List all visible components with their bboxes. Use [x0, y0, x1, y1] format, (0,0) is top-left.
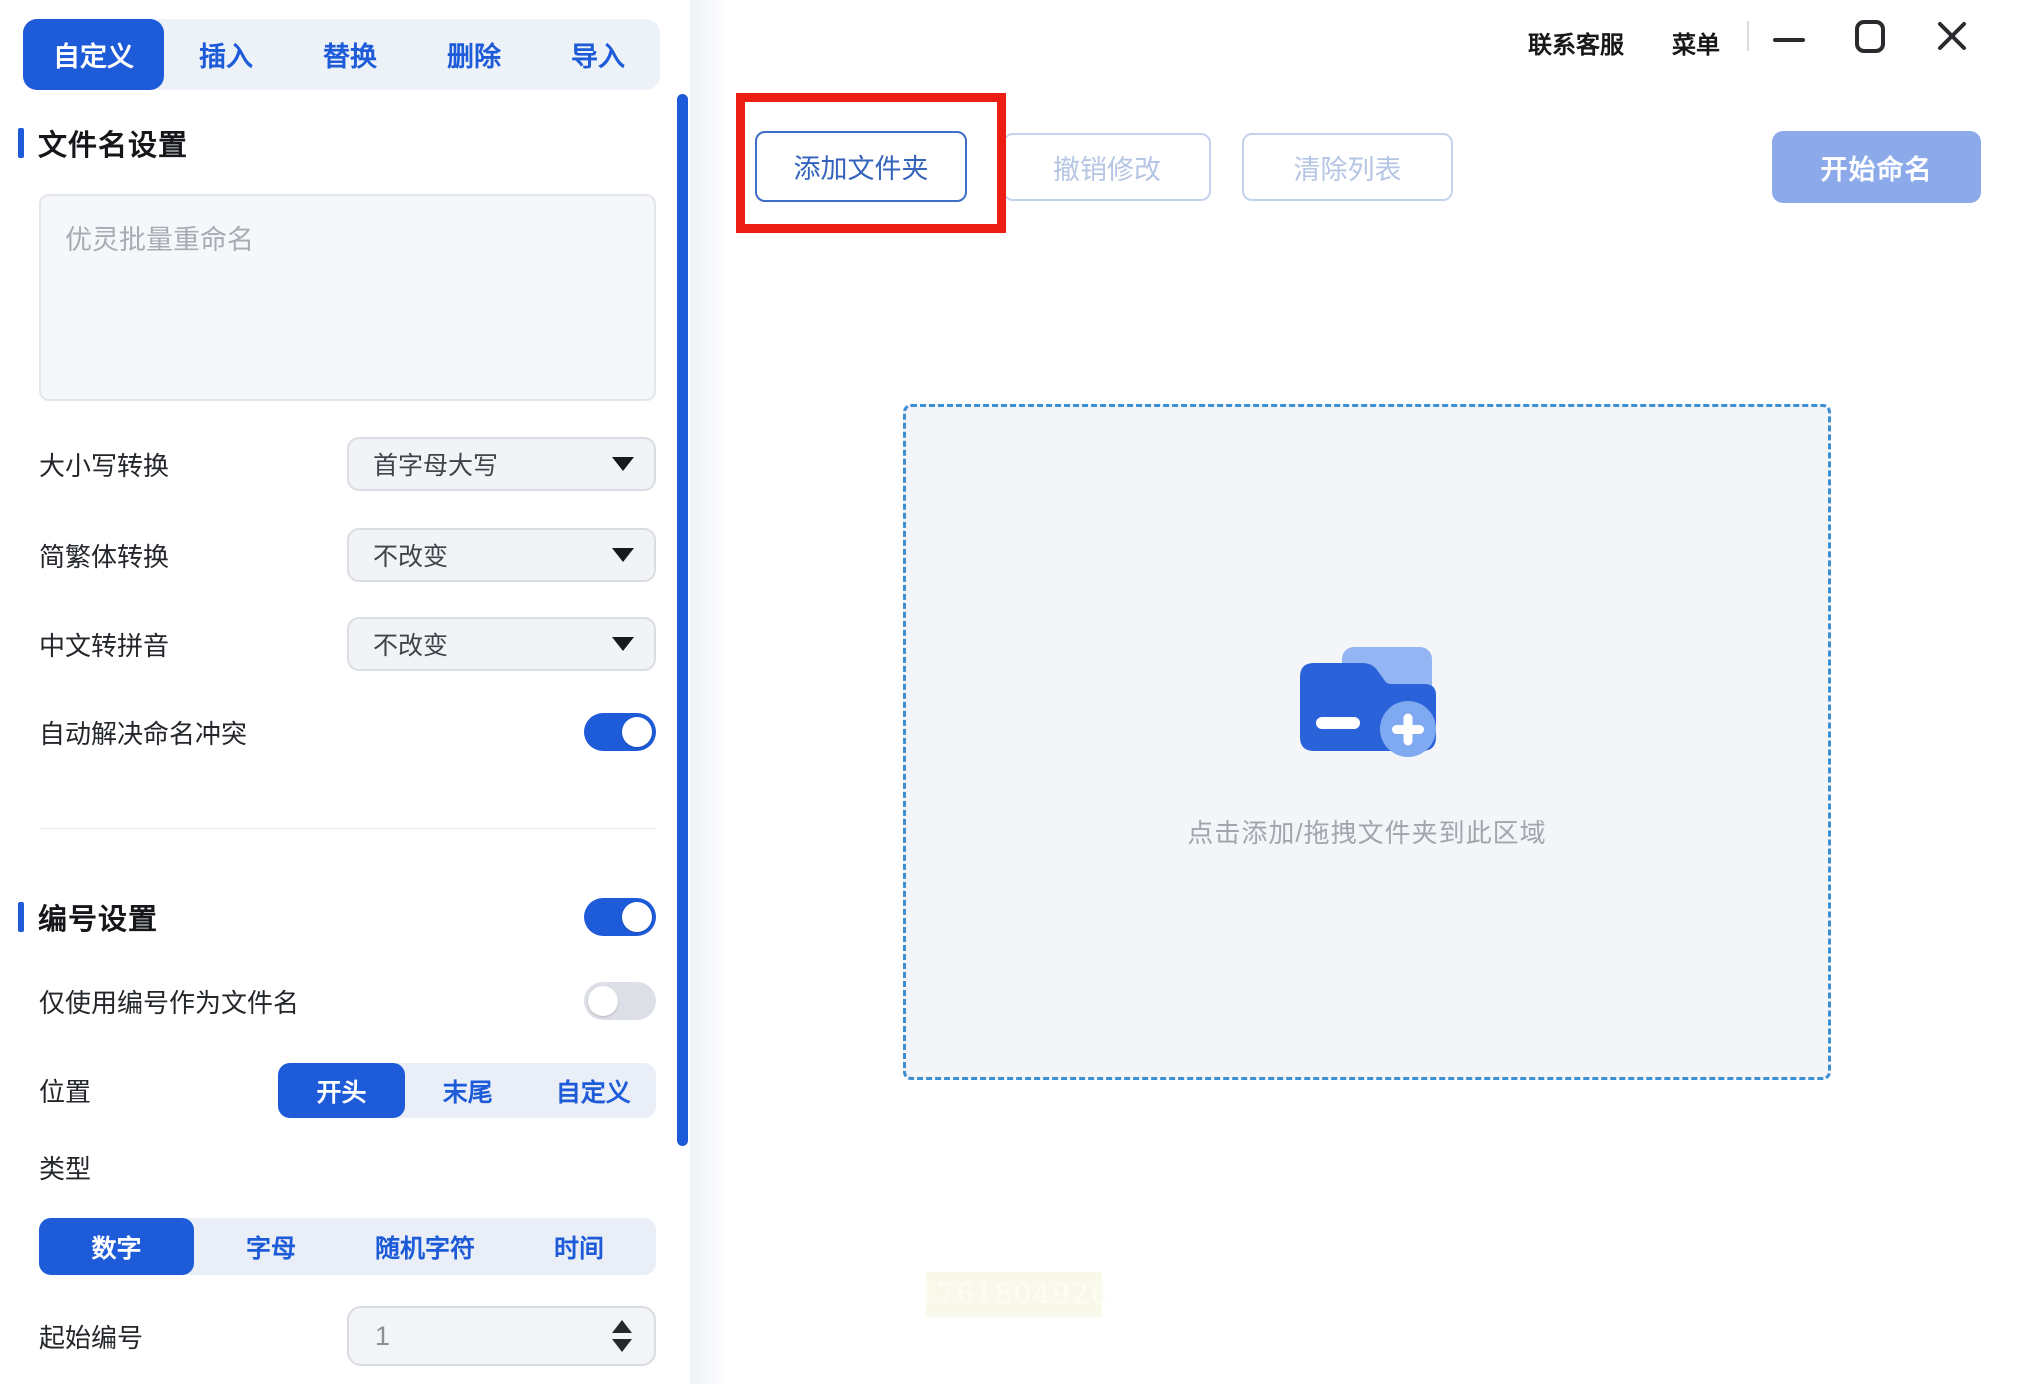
folder-dropzone[interactable]: 点击添加/拖拽文件夹到此区域 [903, 404, 1831, 1080]
close-icon [1936, 20, 1968, 52]
chevron-down-icon [612, 457, 634, 471]
close-button[interactable] [1930, 14, 1974, 58]
numbering-settings-title: 编号设置 [38, 896, 158, 938]
only-number-label: 仅使用编号作为文件名 [39, 983, 299, 1020]
auto-conflict-label: 自动解决命名冲突 [39, 714, 247, 751]
start-number-label: 起始编号 [39, 1318, 143, 1355]
type-option-time[interactable]: 时间 [502, 1218, 656, 1275]
watermark: 1761804926 [926, 1272, 1102, 1317]
pinyin-conversion-value: 不改变 [373, 626, 448, 662]
case-conversion-value: 首字母大写 [373, 446, 498, 482]
tab-import[interactable]: 导入 [536, 19, 660, 90]
pinyin-conversion-label: 中文转拼音 [39, 626, 169, 663]
type-option-number[interactable]: 数字 [39, 1218, 194, 1275]
type-segmented-control: 数字 字母 随机字符 时间 [39, 1218, 656, 1275]
app-window: 自定义 插入 替换 删除 导入 文件名设置 大小写转换 首字母大写 简繁体转换 … [0, 0, 2028, 1384]
numbering-settings-header: 编号设置 [18, 896, 656, 938]
number-stepper [612, 1320, 632, 1352]
case-conversion-row: 大小写转换 首字母大写 [39, 437, 656, 491]
position-option-start[interactable]: 开头 [278, 1063, 405, 1118]
filename-settings-header: 文件名设置 [18, 122, 656, 164]
stepper-up-icon[interactable] [612, 1320, 632, 1333]
position-label: 位置 [39, 1072, 91, 1109]
minimize-icon [1773, 20, 1805, 52]
only-number-toggle[interactable] [584, 982, 656, 1020]
start-rename-button[interactable]: 开始命名 [1772, 131, 1981, 203]
start-number-value: 1 [375, 1321, 390, 1352]
maximize-icon [1853, 18, 1887, 54]
position-option-end[interactable]: 末尾 [405, 1063, 531, 1118]
clear-list-button[interactable]: 清除列表 [1242, 133, 1453, 201]
case-conversion-label: 大小写转换 [39, 446, 169, 483]
menu-button[interactable]: 菜单 [1672, 25, 1720, 60]
numbering-enabled-toggle[interactable] [584, 898, 656, 936]
type-row: 数字 字母 随机字符 时间 [39, 1218, 656, 1275]
start-number-row: 起始编号 1 [39, 1306, 656, 1366]
tab-bar: 自定义 插入 替换 删除 导入 [23, 19, 660, 90]
type-option-letter[interactable]: 字母 [194, 1218, 348, 1275]
toggle-knob [588, 986, 618, 1016]
position-segmented-control: 开头 末尾 自定义 [278, 1063, 656, 1118]
contact-support-button[interactable]: 联系客服 [1528, 25, 1624, 60]
position-row: 位置 开头 末尾 自定义 [39, 1063, 656, 1118]
toggle-knob [622, 717, 652, 747]
traditional-conversion-select[interactable]: 不改变 [347, 528, 656, 582]
type-label: 类型 [39, 1149, 91, 1186]
toggle-knob [622, 902, 652, 932]
tab-delete[interactable]: 删除 [412, 19, 536, 90]
stepper-down-icon[interactable] [612, 1339, 632, 1352]
filename-template-input[interactable] [39, 194, 656, 401]
pinyin-conversion-row: 中文转拼音 不改变 [39, 617, 656, 671]
section-divider [39, 828, 656, 829]
start-number-input[interactable]: 1 [347, 1306, 656, 1366]
auto-conflict-toggle[interactable] [584, 713, 656, 751]
sidebar: 自定义 插入 替换 删除 导入 文件名设置 大小写转换 首字母大写 简繁体转换 … [0, 0, 700, 1384]
minimize-button[interactable] [1767, 14, 1811, 58]
traditional-conversion-row: 简繁体转换 不改变 [39, 528, 656, 582]
dropzone-hint: 点击添加/拖拽文件夹到此区域 [1187, 813, 1546, 850]
chevron-down-icon [612, 637, 634, 651]
type-label-row: 类型 [39, 1152, 656, 1182]
undo-button[interactable]: 撤销修改 [1003, 133, 1211, 201]
panel-divider [690, 0, 730, 1384]
tab-replace[interactable]: 替换 [288, 19, 412, 90]
auto-conflict-row: 自动解决命名冲突 [39, 713, 656, 751]
section-accent-bar [18, 128, 24, 158]
add-folder-icon [1292, 645, 1442, 767]
position-option-custom[interactable]: 自定义 [531, 1063, 657, 1118]
maximize-button[interactable] [1848, 14, 1892, 58]
type-option-random[interactable]: 随机字符 [348, 1218, 502, 1275]
filename-settings-title: 文件名设置 [38, 122, 188, 164]
pinyin-conversion-select[interactable]: 不改变 [347, 617, 656, 671]
traditional-conversion-label: 简繁体转换 [39, 537, 169, 574]
sidebar-scrollbar-thumb[interactable] [677, 94, 688, 1146]
titlebar-separator [1747, 21, 1749, 51]
traditional-conversion-value: 不改变 [373, 537, 448, 573]
only-number-row: 仅使用编号作为文件名 [39, 982, 656, 1020]
case-conversion-select[interactable]: 首字母大写 [347, 437, 656, 491]
chevron-down-icon [612, 548, 634, 562]
tab-custom[interactable]: 自定义 [23, 19, 164, 90]
section-accent-bar [18, 902, 24, 932]
add-folder-button[interactable]: 添加文件夹 [755, 131, 967, 202]
tab-insert[interactable]: 插入 [164, 19, 288, 90]
